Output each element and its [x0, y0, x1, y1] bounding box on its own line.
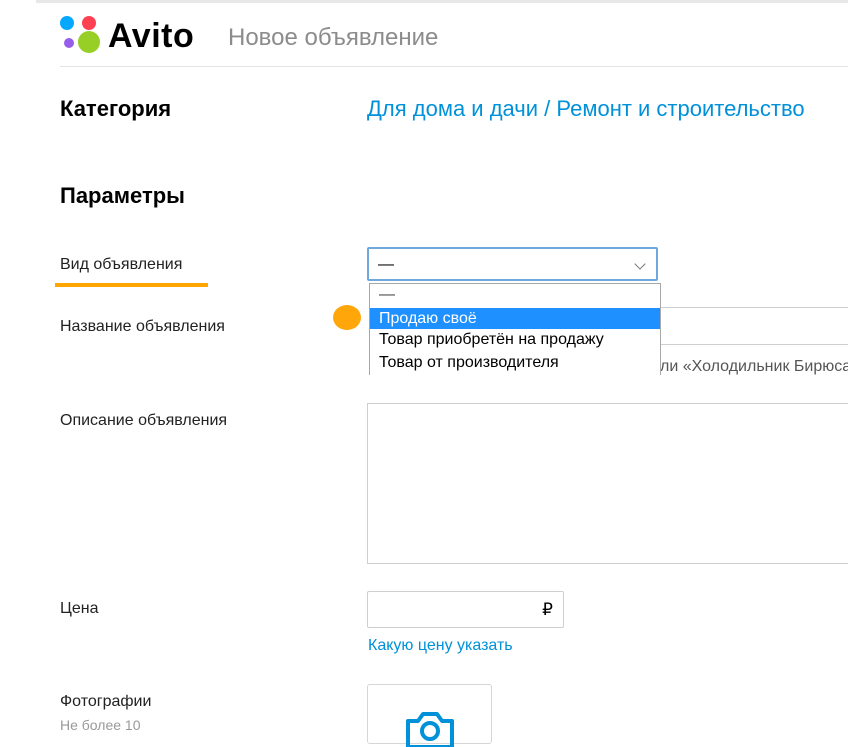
parameters-heading: Параметры [60, 183, 185, 208]
camera-icon [406, 712, 454, 747]
photos-sublabel: Не более 10 [60, 717, 141, 733]
highlight-marker [333, 305, 361, 330]
highlight-underline [55, 283, 208, 287]
header-divider [60, 66, 848, 67]
chevron-down-icon [634, 258, 646, 270]
description-textarea[interactable] [367, 403, 848, 564]
ad-type-label: Вид объявления [60, 256, 183, 273]
brand-name[interactable]: Avito [108, 16, 194, 56]
title-hint: ли «Холодильник Бирюса» [660, 358, 848, 375]
price-help-link[interactable]: Какую цену указать [368, 636, 513, 656]
ad-type-dropdown-list[interactable]: — Продаю своё Товар приобретён на продаж… [369, 283, 661, 375]
description-label: Описание объявления [60, 412, 228, 429]
logo-dot-purple [64, 38, 74, 48]
ad-type-select[interactable]: — [367, 247, 658, 281]
ad-type-select-value: — [378, 256, 394, 273]
title-input[interactable] [660, 307, 848, 345]
price-label: Цена [60, 600, 99, 617]
add-photo-button[interactable] [367, 684, 492, 747]
logo-dot-blue [60, 16, 74, 30]
dropdown-option-selected[interactable]: Продаю своё [370, 308, 660, 329]
category-heading: Категория [60, 96, 172, 121]
price-input[interactable]: ₽ [367, 591, 564, 628]
logo-dot-green [78, 31, 100, 53]
dropdown-option[interactable]: Товар приобретён на продажу [370, 329, 660, 350]
top-border [36, 0, 848, 3]
dropdown-option[interactable]: — [370, 284, 660, 305]
dropdown-option[interactable]: Товар от производителя [370, 352, 660, 373]
category-path-link[interactable]: Для дома и дачи / Ремонт и строительство [367, 96, 805, 122]
avito-logo[interactable] [60, 14, 104, 58]
photos-label: Фотографии [60, 693, 152, 710]
logo-dot-red [82, 16, 96, 30]
title-label: Название объявления [60, 318, 225, 335]
ruble-sign: ₽ [542, 600, 553, 619]
page-title: Новое объявление [228, 24, 439, 51]
